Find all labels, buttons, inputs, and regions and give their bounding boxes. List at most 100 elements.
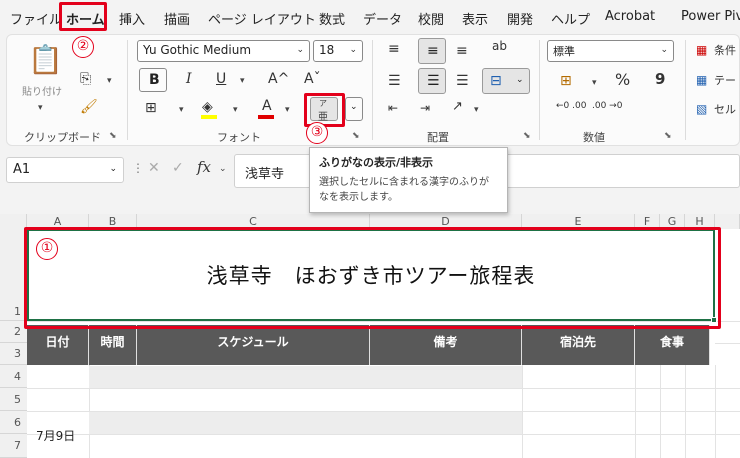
underline-button[interactable]: U xyxy=(216,72,226,86)
enter-icon[interactable]: ✓ xyxy=(172,161,184,175)
format-painter-icon[interactable]: 🖌 xyxy=(80,100,98,114)
increase-decimal-button[interactable]: ←0 .00 xyxy=(556,102,586,111)
row-header-4[interactable]: 4 xyxy=(0,365,27,388)
cancel-icon[interactable]: ✕ xyxy=(148,161,160,175)
italic-button[interactable]: I xyxy=(186,72,192,86)
tab-formulas[interactable]: 数式 xyxy=(319,9,345,28)
clipboard-launcher-icon[interactable]: ⬊ xyxy=(109,131,117,141)
align-top-icon[interactable]: ≡ xyxy=(388,42,400,56)
orientation-dropdown-icon[interactable]: ▾ xyxy=(474,105,479,115)
copy-dropdown-icon[interactable]: ▾ xyxy=(107,76,112,86)
furigana-button[interactable]: ア 亜 xyxy=(310,97,338,123)
font-size-select[interactable]: 18 ⌄ xyxy=(313,40,363,62)
tab-developer[interactable]: 開発 xyxy=(507,9,533,28)
furigana-dropdown-button[interactable]: ⌄ xyxy=(345,97,363,121)
number-format-select[interactable]: 標準 ⌄ xyxy=(547,40,674,62)
tab-help[interactable]: ヘルプ xyxy=(551,9,590,28)
row-header-1[interactable]: 1 xyxy=(0,229,27,321)
header-cell-lodging[interactable]: 宿泊先 xyxy=(522,325,635,365)
insert-function-button[interactable]: fx xyxy=(197,160,211,175)
copy-icon[interactable]: ⎘ xyxy=(80,72,91,86)
alignment-launcher-icon[interactable]: ⬊ xyxy=(523,131,531,141)
row-header-5[interactable]: 5 xyxy=(0,388,27,411)
column-header-e[interactable]: E xyxy=(522,214,635,229)
decrease-indent-icon[interactable]: ⇤ xyxy=(388,102,398,114)
fx-dropdown-icon[interactable]: ⌄ xyxy=(219,164,227,174)
name-box[interactable]: A1 ⌄ xyxy=(6,157,124,183)
paste-icon[interactable]: 📋 xyxy=(28,46,63,74)
cell-styles-label[interactable]: セル xyxy=(714,104,736,115)
tab-view[interactable]: 表示 xyxy=(462,9,488,28)
font-color-dropdown-icon[interactable]: ▾ xyxy=(285,105,290,115)
header-cell-time[interactable]: 時間 xyxy=(89,325,137,365)
currency-icon[interactable]: ⊞ xyxy=(560,74,572,88)
tab-home[interactable]: ホーム xyxy=(66,9,105,28)
number-format-value: 標準 xyxy=(553,45,575,58)
header-cell-date[interactable]: 日付 xyxy=(27,325,89,365)
increase-indent-icon[interactable]: ⇥ xyxy=(420,102,430,114)
date-cell[interactable]: 7月9日 xyxy=(36,427,75,444)
column-header-c[interactable]: C xyxy=(137,214,370,229)
tab-insert[interactable]: 挿入 xyxy=(119,9,145,28)
align-left-icon[interactable]: ☰ xyxy=(388,74,401,88)
font-color-button[interactable]: A xyxy=(262,99,272,113)
gridline xyxy=(685,365,686,458)
underline-dropdown-icon[interactable]: ▾ xyxy=(240,76,245,86)
row-header-2[interactable]: 2 xyxy=(0,321,27,343)
conditional-format-icon[interactable]: ▦ xyxy=(696,44,707,56)
tab-acrobat[interactable]: Acrobat xyxy=(605,9,655,24)
tab-page-layout[interactable]: ページ レイアウト xyxy=(208,9,316,28)
tab-power-pivot[interactable]: Power Piv xyxy=(681,9,740,24)
row-header-7[interactable]: 7 xyxy=(0,434,27,458)
increase-font-size-button[interactable]: A^ xyxy=(268,72,289,86)
tab-data[interactable]: データ xyxy=(363,9,402,28)
decrease-font-size-button[interactable]: Aˇ xyxy=(304,72,321,86)
align-center-button[interactable]: ☰ xyxy=(418,68,446,94)
format-as-table-icon[interactable]: ▦ xyxy=(696,74,707,86)
tab-draw[interactable]: 描画 xyxy=(164,9,190,28)
align-right-icon[interactable]: ☰ xyxy=(456,74,469,88)
cell-styles-icon[interactable]: ▧ xyxy=(696,103,707,115)
fill-color-icon[interactable]: ◈ xyxy=(202,100,213,114)
paste-dropdown-icon[interactable]: ▾ xyxy=(38,103,43,113)
align-bottom-icon[interactable]: ≡ xyxy=(456,44,468,58)
column-header-d[interactable]: D xyxy=(370,214,522,229)
font-size-value: 18 xyxy=(319,43,335,57)
header-cell-meals[interactable]: 食事 xyxy=(635,325,710,365)
more-options-icon[interactable]: ⋮ xyxy=(132,162,144,174)
merge-center-button[interactable]: ⊟ ⌄ xyxy=(482,68,530,94)
orientation-icon[interactable]: ↗ xyxy=(452,100,463,113)
row-header-6[interactable]: 6 xyxy=(0,411,27,434)
gridline xyxy=(715,343,740,344)
row-header-3[interactable]: 3 xyxy=(0,343,27,365)
align-middle-button[interactable]: ≡ xyxy=(418,38,446,64)
alignment-group-label: 配置 xyxy=(427,131,449,144)
column-header-f[interactable]: F xyxy=(635,214,660,229)
select-all-corner[interactable] xyxy=(0,214,27,229)
column-header-a[interactable]: A xyxy=(27,214,89,229)
borders-dropdown-icon[interactable]: ▾ xyxy=(179,105,184,115)
font-launcher-icon[interactable]: ⬊ xyxy=(352,131,360,141)
bold-button[interactable]: B xyxy=(139,68,167,92)
ribbon-tabs: ファイル ホーム 挿入 描画 ページ レイアウト 数式 データ 校閲 表示 開発… xyxy=(0,0,740,34)
header-cell-notes[interactable]: 備考 xyxy=(370,325,522,365)
percent-button[interactable]: % xyxy=(615,72,630,88)
fill-handle[interactable] xyxy=(711,317,717,323)
font-name-select[interactable]: Yu Gothic Medium ⌄ xyxy=(137,40,310,62)
column-header-h[interactable]: H xyxy=(685,214,715,229)
fill-color-dropdown-icon[interactable]: ▾ xyxy=(233,105,238,115)
column-header-b[interactable]: B xyxy=(89,214,137,229)
borders-icon[interactable]: ⊞ xyxy=(145,101,157,115)
tab-review[interactable]: 校閲 xyxy=(418,9,444,28)
paste-label[interactable]: 貼り付け xyxy=(22,88,62,98)
header-cell-schedule[interactable]: スケジュール xyxy=(137,325,370,365)
tab-file[interactable]: ファイル xyxy=(10,9,62,28)
currency-dropdown-icon[interactable]: ▾ xyxy=(592,78,597,88)
column-header-g[interactable]: G xyxy=(660,214,685,229)
decrease-decimal-button[interactable]: .00 →0 xyxy=(592,102,622,111)
wrap-text-button[interactable]: ab xyxy=(492,40,507,52)
format-as-table-label[interactable]: テー xyxy=(714,75,736,86)
comma-style-button[interactable]: 9 xyxy=(655,72,665,87)
conditional-format-label[interactable]: 条件 xyxy=(714,45,736,56)
number-launcher-icon[interactable]: ⬊ xyxy=(664,131,672,141)
